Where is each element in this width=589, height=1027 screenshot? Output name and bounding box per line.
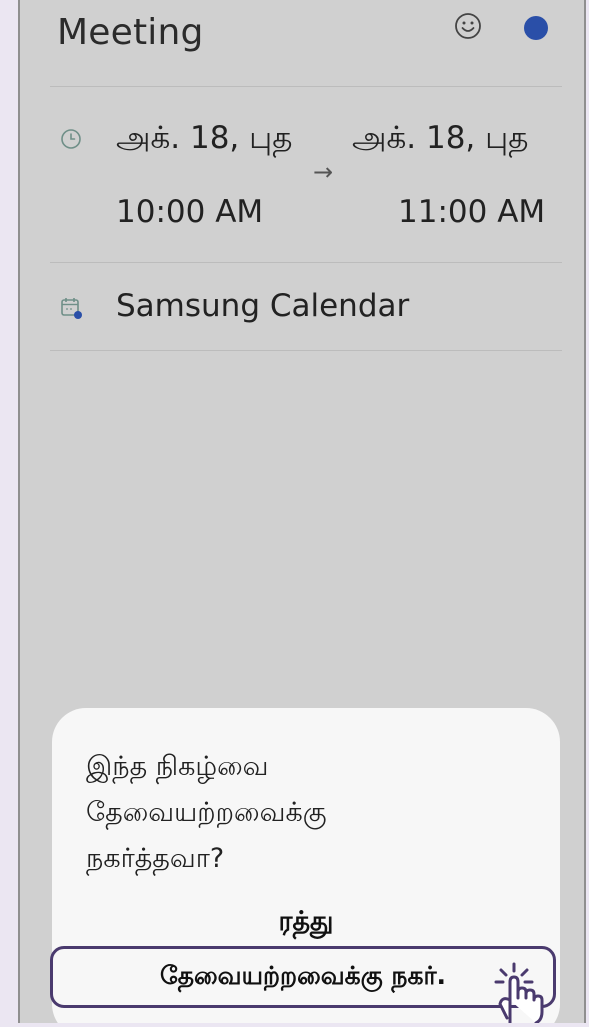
event-title[interactable]: Meeting bbox=[57, 12, 204, 53]
move-to-trash-button[interactable]: தேவையற்றவைக்கு நகர். bbox=[50, 946, 556, 1008]
divider bbox=[50, 262, 562, 263]
dialog-message: இந்த நிகழ்வை தேவையற்றவைக்கு நகர்த்தவா? bbox=[86, 751, 327, 874]
end-time[interactable]: 11:00 AM bbox=[398, 194, 545, 230]
divider bbox=[50, 86, 562, 87]
calendar-name[interactable]: Samsung Calendar bbox=[116, 288, 409, 324]
divider bbox=[50, 350, 562, 351]
cancel-button[interactable]: ரத்து bbox=[52, 900, 560, 944]
calendar-icon bbox=[60, 296, 84, 320]
pointer-hand-icon bbox=[488, 960, 550, 1025]
start-date[interactable]: அக். 18, புத bbox=[116, 120, 292, 160]
end-date[interactable]: அக். 18, புத bbox=[352, 120, 528, 160]
clock-icon bbox=[60, 128, 82, 150]
arrow-right-icon: → bbox=[313, 158, 334, 186]
emoji-icon[interactable] bbox=[454, 12, 482, 40]
event-detail-screen: Meeting அக். 18, புத 10:00 AM → அக். 18,… bbox=[18, 0, 586, 1023]
event-color-button[interactable] bbox=[524, 16, 548, 40]
start-time[interactable]: 10:00 AM bbox=[116, 194, 263, 230]
